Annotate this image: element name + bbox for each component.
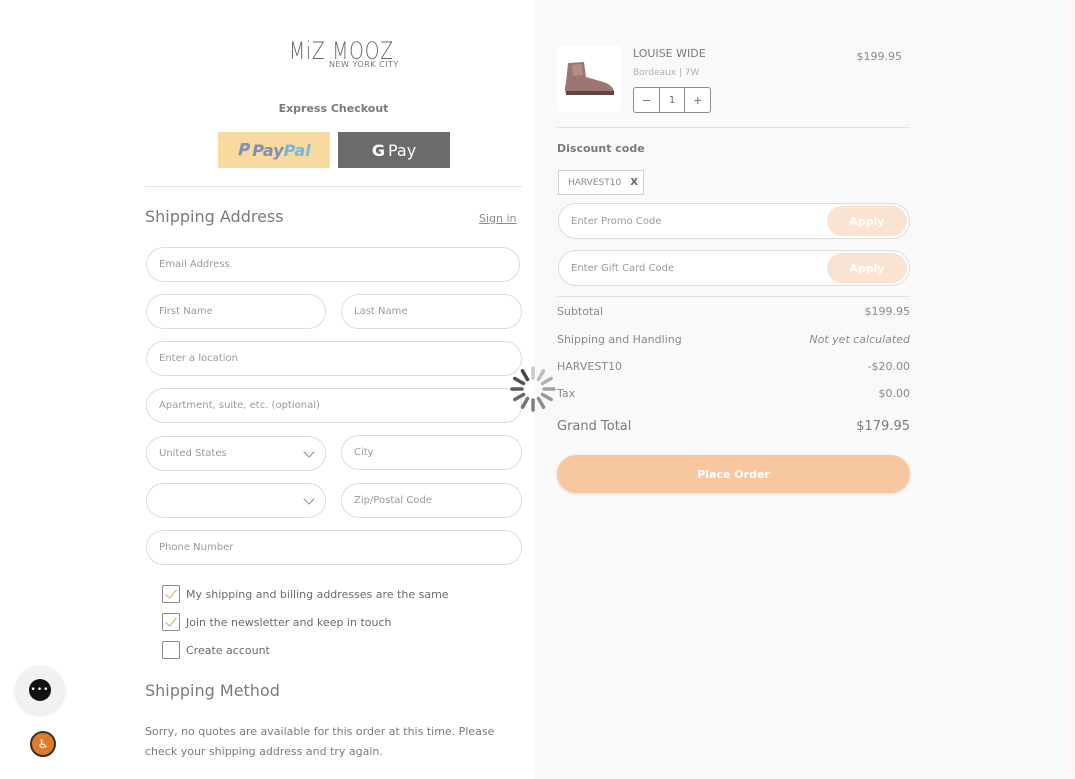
shipping-method-title: Shipping Method [145, 681, 280, 700]
sign-in-link[interactable]: Sign in [479, 212, 517, 225]
applied-discount-chip: HARVEST10 X [558, 170, 644, 195]
newsletter-label: Join the newsletter and keep in touch [186, 615, 392, 629]
chat-bubble-icon: ••• [29, 679, 51, 701]
newsletter-checkbox[interactable] [162, 613, 180, 631]
paypal-button[interactable]: 𝐏 Pay Pal [218, 132, 330, 168]
apartment-field[interactable] [146, 388, 522, 423]
subtotal-value: $199.95 [864, 305, 911, 318]
product-name: LOUISE WIDE [633, 47, 706, 60]
scrollbar-track[interactable] [1067, 0, 1075, 779]
brand-logo[interactable]: MiZ MOOZ NEW YORK CITY [289, 37, 398, 69]
google-pay-label: Pay [387, 140, 417, 160]
divider [557, 127, 910, 128]
create-account-checkbox[interactable] [162, 641, 180, 659]
subtotal-row: Subtotal $199.95 [557, 305, 910, 318]
zip-input[interactable] [354, 495, 521, 506]
same-address-label: My shipping and billing addresses are th… [186, 587, 449, 601]
shipping-row: Shipping and Handling Not yet calculated [557, 333, 910, 346]
subtotal-label: Subtotal [557, 305, 604, 318]
tax-value: $0.00 [878, 387, 911, 400]
location-field[interactable] [146, 341, 522, 376]
same-address-checkbox[interactable] [162, 585, 180, 603]
gift-card-field[interactable]: Enter Gift Card Code Apply [558, 250, 910, 286]
country-select[interactable]: United States [146, 436, 326, 471]
create-account-label: Create account [186, 643, 270, 657]
chevron-down-icon [303, 493, 315, 505]
accessibility-icon: ♿ [37, 737, 49, 751]
phone-input[interactable] [159, 542, 521, 553]
gift-card-placeholder[interactable]: Enter Gift Card Code [571, 263, 674, 274]
phone-field[interactable] [146, 530, 522, 565]
email-field[interactable] [146, 247, 520, 282]
place-order-button[interactable]: Place Order [557, 455, 910, 493]
applied-discount-code: HARVEST10 [568, 177, 622, 188]
google-pay-button[interactable]: G Pay [338, 132, 450, 168]
zip-field[interactable] [341, 483, 522, 518]
location-input[interactable] [159, 353, 521, 364]
divider [145, 186, 522, 187]
apartment-input[interactable] [159, 400, 521, 411]
product-image [557, 46, 621, 112]
city-input[interactable] [354, 447, 521, 458]
qty-decrease-button[interactable]: − [634, 88, 659, 112]
newsletter-checkbox-row[interactable]: Join the newsletter and keep in touch [162, 613, 392, 631]
first-name-field[interactable] [146, 294, 326, 329]
apply-promo-button[interactable]: Apply [827, 206, 907, 236]
shipping-label: Shipping and Handling [557, 333, 682, 346]
accessibility-button[interactable]: ♿ [30, 731, 56, 757]
qty-increase-button[interactable]: + [685, 88, 710, 112]
discount-value: -$20.00 [867, 360, 910, 373]
first-name-input[interactable] [159, 306, 325, 317]
shipping-method-note: Sorry, no quotes are available for this … [145, 725, 495, 758]
product-price: $199.95 [856, 50, 903, 63]
promo-code-placeholder[interactable]: Enter Promo Code [571, 216, 662, 227]
checkmark-icon [165, 614, 177, 627]
shipping-address-title: Shipping Address [145, 207, 284, 226]
chevron-down-icon [303, 446, 315, 458]
create-account-checkbox-row[interactable]: Create account [162, 641, 270, 659]
qty-value[interactable]: 1 [658, 88, 686, 112]
apply-gift-card-button[interactable]: Apply [827, 253, 907, 283]
city-field[interactable] [341, 435, 522, 470]
country-selected-value: United States [159, 448, 227, 459]
paypal-label-a: Pay [252, 140, 284, 160]
state-select[interactable] [146, 483, 326, 518]
shipping-value: Not yet calculated [809, 333, 910, 346]
quantity-stepper[interactable]: − 1 + [633, 87, 711, 113]
divider [557, 296, 910, 297]
discount-label: HARVEST10 [557, 360, 623, 373]
grand-total-value: $179.95 [856, 419, 910, 434]
discount-row: HARVEST10 -$20.00 [557, 360, 910, 373]
tax-row: Tax $0.00 [557, 387, 910, 400]
tax-label: Tax [557, 387, 576, 400]
last-name-field[interactable] [341, 294, 522, 329]
boot-icon [565, 62, 614, 95]
discount-code-title: Discount code [557, 142, 645, 155]
email-input[interactable] [159, 259, 519, 270]
express-checkout-label: Express Checkout [278, 102, 389, 115]
remove-discount-button[interactable]: X [630, 177, 638, 188]
product-variant: Bordeaux | 7W [633, 68, 700, 78]
paypal-label-b: Pal [283, 140, 311, 160]
google-g-icon: G [371, 140, 385, 160]
chat-button[interactable]: ••• [16, 666, 64, 714]
logo-main-text: MiZ MOOZ [289, 37, 394, 65]
checkmark-icon [165, 586, 177, 599]
grand-total-row: Grand Total $179.95 [557, 419, 910, 434]
promo-code-field[interactable]: Enter Promo Code Apply [558, 203, 910, 239]
grand-total-label: Grand Total [557, 419, 632, 434]
same-address-checkbox-row[interactable]: My shipping and billing addresses are th… [162, 585, 449, 603]
paypal-icon: 𝐏 [237, 140, 249, 159]
last-name-input[interactable] [354, 306, 521, 317]
loading-spinner-icon [510, 366, 556, 412]
